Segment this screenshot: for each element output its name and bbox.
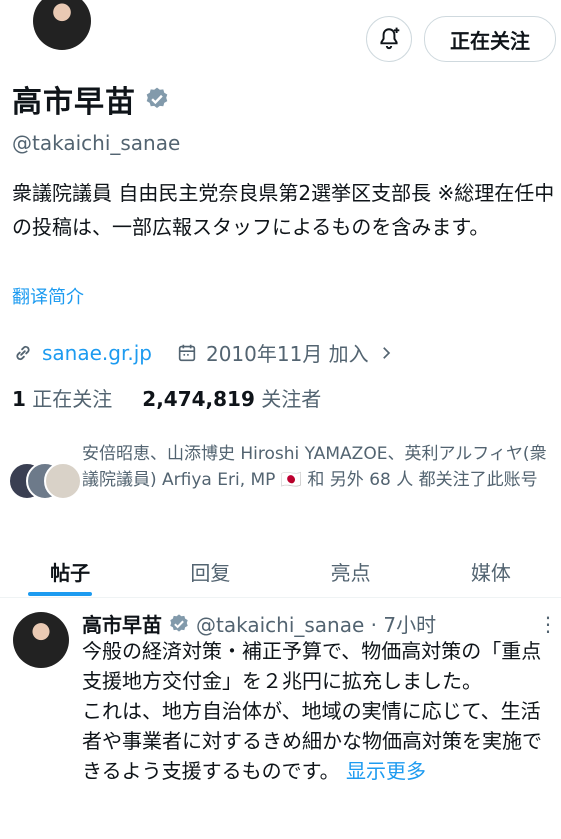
post-text: 今般の経済対策・補正予算で、物価高対策の「重点支援地方交付金」を２兆円に拡充しま… — [82, 636, 557, 786]
profile-avatar[interactable] — [33, 0, 91, 50]
following-label: 正在关注 — [32, 387, 113, 411]
more-options-icon[interactable]: ⋮ — [538, 612, 558, 636]
profile-meta: sanae.gr.jp 2010年11月 加入 — [12, 338, 395, 367]
tab-label: 回复 — [190, 560, 231, 585]
post-handle-time[interactable]: @takaichi_sanae · 7小时 — [196, 609, 436, 638]
post-author-name[interactable]: 高市早苗 — [82, 609, 162, 638]
website-link[interactable]: sanae.gr.jp — [42, 341, 152, 365]
tab-label: 帖子 — [50, 560, 91, 585]
chevron-right-icon[interactable] — [377, 344, 395, 362]
tab-replies[interactable]: 回复 — [140, 546, 280, 596]
avatar — [44, 462, 82, 500]
tab-posts[interactable]: 帖子 — [0, 546, 140, 596]
profile-bio: 衆議院議員 自由民主党奈良県第2選挙区支部長 ※総理在任中の投稿は、一部広報スタ… — [12, 181, 555, 239]
followed-by-text[interactable]: 安倍昭恵、山添博史 Hiroshi YAMAZOE、英利アルフィヤ(衆議院議員)… — [82, 441, 557, 493]
followers-count: 2,474,819 — [142, 387, 255, 411]
calendar-icon — [178, 344, 196, 361]
post-body: 今般の経済対策・補正予算で、物価高対策の「重点支援地方交付金」を２兆円に拡充しま… — [82, 639, 542, 783]
followers-you-know-avatars[interactable] — [8, 460, 82, 500]
follow-counts: 1 正在关注 2,474,819 关注者 — [12, 383, 321, 412]
bell-plus-icon — [380, 27, 400, 50]
link-icon — [16, 345, 30, 360]
following-count: 1 — [12, 387, 26, 411]
post-header: 高市早苗 @takaichi_sanae · 7小时 — [82, 609, 436, 638]
profile-handle: @takaichi_sanae — [12, 131, 181, 155]
verified-badge-icon — [170, 613, 188, 632]
profile-name: 高市早苗 — [12, 85, 136, 120]
tab-label: 媒体 — [470, 560, 511, 585]
joined-date: 2010年11月 加入 — [205, 342, 369, 366]
show-more-link[interactable]: 显示更多 — [346, 759, 426, 783]
followers-label: 关注者 — [261, 387, 322, 411]
verified-badge-icon — [146, 87, 168, 108]
translate-bio-link[interactable]: 翻译简介 — [12, 283, 84, 309]
post-avatar[interactable] — [13, 612, 69, 668]
tab-highlights[interactable]: 亮点 — [281, 546, 421, 596]
followers-count-link[interactable]: 2,474,819 关注者 — [142, 383, 321, 412]
tab-media[interactable]: 媒体 — [421, 546, 561, 596]
following-count-link[interactable]: 1 正在关注 — [12, 383, 112, 412]
profile-name-line: 高市早苗 — [12, 77, 170, 121]
profile-tabs: 帖子 回复 亮点 媒体 — [0, 546, 561, 596]
following-button[interactable]: 正在关注 — [424, 16, 556, 62]
tab-label: 亮点 — [330, 560, 371, 585]
active-tab-indicator — [28, 592, 92, 596]
tabs-divider — [0, 597, 561, 598]
notification-bell-button[interactable] — [366, 16, 412, 62]
